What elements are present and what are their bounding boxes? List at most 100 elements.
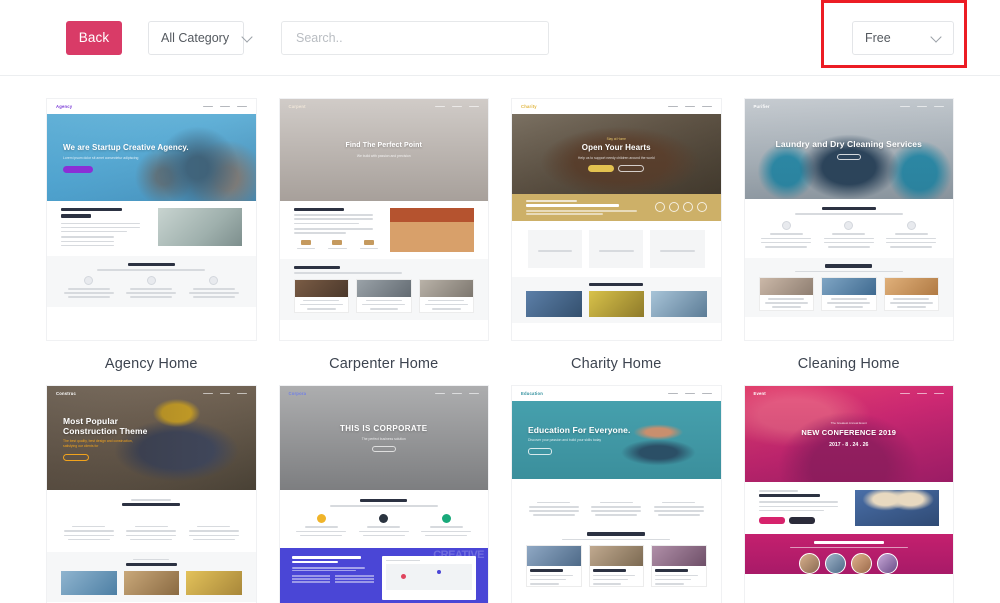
template-thumbnail-agency[interactable]: Agency We are Startup Creative Agency. L… [46, 98, 257, 341]
mini-nav-links [435, 393, 479, 395]
mini-logo: Education [521, 391, 543, 396]
thumb-section-conference [745, 482, 954, 534]
thumb-section-whatwedo [47, 490, 256, 552]
thumb-section-welcome [280, 201, 489, 259]
mini-nav-links [900, 393, 944, 395]
thumb-hero-sub: We build with passion and precision [340, 154, 428, 159]
template-thumbnail-charity[interactable]: Charity Stay at Home Open Your Hearts He… [511, 98, 722, 341]
thumb-hero-content: THIS IS CORPORATE The perfect business s… [324, 424, 444, 452]
mini-nav-links [203, 393, 247, 395]
template-card[interactable]: Purifier Laundry and Dry Cleaning Servic… [744, 98, 955, 372]
category-filter-dropdown[interactable]: All Category [148, 21, 244, 55]
thumb-section-why [745, 199, 954, 258]
mini-logo: Construc [56, 391, 76, 396]
thumb-band-creative: CREATIVE [280, 548, 489, 603]
thumb-hero: Corpora THIS IS CORPORATE The perfect bu… [280, 386, 489, 490]
template-thumbnail-cleaning[interactable]: Purifier Laundry and Dry Cleaning Servic… [744, 98, 955, 341]
thumb-section-about [512, 479, 721, 528]
template-card-label: Charity Home [571, 356, 661, 372]
mini-logo: Carpent [289, 104, 306, 109]
chevron-down-icon [932, 33, 941, 42]
template-card-label: Cleaning Home [798, 356, 900, 372]
thumb-hero-sub: Discover your passion and build your ski… [528, 438, 616, 443]
template-card[interactable]: Carpent Find The Perfect Point We build … [279, 98, 490, 372]
mini-nav-links [668, 106, 712, 108]
template-card[interactable]: Event The Greatest Annual Event NEW CONF… [744, 385, 955, 603]
mini-site-nav: Event [745, 386, 954, 401]
mini-site-nav: Carpent [280, 99, 489, 114]
thumb-hero-content: Stay at Home Open Your Hearts Help us to… [562, 137, 671, 172]
mini-site-nav: Corpora [280, 386, 489, 401]
back-button[interactable]: Back [66, 21, 122, 55]
thumb-section-whatwedo [47, 256, 256, 308]
mini-logo: Event [754, 391, 766, 396]
thumb-feature-box [650, 230, 704, 268]
template-thumbnail-education[interactable]: Education Education For Everyone. Discov… [511, 385, 722, 603]
price-filter-dropdown[interactable]: Free [852, 21, 954, 55]
thumb-section-courses [512, 528, 721, 587]
thumb-hero-content: Education For Everyone. Discover your pa… [512, 425, 721, 455]
thumb-section-benefits [47, 201, 256, 256]
thumb-hero: We are Startup Creative Agency. Lorem ip… [47, 114, 256, 201]
thumb-hero-title: THIS IS CORPORATE [340, 424, 428, 434]
thumb-hero-content: Find The Perfect Point We build with pas… [280, 141, 489, 159]
thumb-band-transform [512, 194, 721, 221]
template-card-label: Carpenter Home [329, 356, 438, 372]
mini-logo: Corpora [289, 391, 307, 396]
price-filter-value: Free [865, 31, 918, 45]
thumb-hero-date: 2017 - 8 . 24 . 26 [801, 442, 896, 448]
mini-nav-links [203, 106, 247, 108]
mini-nav-links [435, 106, 479, 108]
toolbar: Back All Category Free [0, 0, 1000, 76]
thumb-hero-content: We are Startup Creative Agency. Lorem ip… [47, 143, 256, 173]
template-grid-area: Agency We are Startup Creative Agency. L… [0, 76, 1000, 603]
thumb-hero-sub: The perfect business solution [340, 437, 428, 442]
mini-site-nav: Agency [47, 99, 256, 114]
mini-site-nav: Charity [512, 99, 721, 114]
template-card-label: Agency Home [105, 356, 198, 372]
thumb-section-campaigns [512, 277, 721, 323]
template-thumbnail-corporate[interactable]: Corpora THIS IS CORPORATE The perfect bu… [279, 385, 490, 603]
template-thumbnail-event[interactable]: Event The Greatest Annual Event NEW CONF… [744, 385, 955, 603]
mini-nav-links [900, 106, 944, 108]
thumb-hero-title: Most Popular Construction Theme [63, 416, 173, 436]
thumb-hero-title: Find The Perfect Point [296, 141, 473, 151]
mini-logo: Agency [56, 104, 72, 109]
template-card[interactable]: Corpora THIS IS CORPORATE The perfect bu… [279, 385, 490, 603]
mini-site-nav: Construc [47, 386, 256, 401]
mini-site-nav: Purifier [745, 99, 954, 114]
mini-logo: Purifier [754, 104, 770, 109]
thumb-hero-sub: The best quality, best design and constr… [63, 439, 135, 449]
thumb-hero: Event The Greatest Annual Event NEW CONF… [745, 386, 954, 482]
thumb-section-services [745, 258, 954, 317]
thumb-hero: Construc Most Popular Construction Theme… [47, 386, 256, 490]
thumb-section-cards [512, 221, 721, 277]
price-filter-zone: Free [852, 21, 954, 55]
template-thumbnail-carpenter[interactable]: Carpent Find The Perfect Point We build … [279, 98, 490, 341]
thumb-section-projects [47, 552, 256, 602]
search-field-wrapper [281, 21, 549, 55]
template-thumbnail-construction[interactable]: Construc Most Popular Construction Theme… [46, 385, 257, 603]
thumb-section-whatwedo [280, 259, 489, 320]
thumb-hero-content: Most Popular Construction Theme The best… [47, 416, 256, 461]
thumb-feature-box [589, 230, 643, 268]
mini-site-nav: Education [512, 386, 721, 401]
thumb-hero-title: Education For Everyone. [528, 425, 705, 435]
template-card[interactable]: Agency We are Startup Creative Agency. L… [46, 98, 257, 372]
template-card[interactable]: Charity Stay at Home Open Your Hearts He… [511, 98, 722, 372]
template-card[interactable]: Construc Most Popular Construction Theme… [46, 385, 257, 603]
thumb-hero: Carpent Find The Perfect Point We build … [280, 99, 489, 201]
thumb-section-whatwedo [280, 490, 489, 548]
search-input[interactable] [281, 21, 549, 55]
thumb-hero-title: Open Your Hearts [578, 143, 655, 153]
thumb-hero-kicker: The Greatest Annual Event [801, 421, 896, 425]
thumb-hero-content: The Greatest Annual Event NEW CONFERENCE… [785, 421, 912, 448]
thumb-hero-kicker: Stay at Home [578, 137, 655, 141]
thumb-hero-button [63, 166, 93, 173]
thumb-hero: Purifier Laundry and Dry Cleaning Servic… [745, 99, 954, 199]
thumb-hero-title: Laundry and Dry Cleaning Services [776, 139, 922, 149]
thumb-hero: Education For Everyone. Discover your pa… [512, 401, 721, 479]
template-card[interactable]: Education Education For Everyone. Discov… [511, 385, 722, 603]
category-filter-value: All Category [161, 31, 229, 45]
thumb-hero-sub: Lorem ipsum dolor sit amet consectetur a… [63, 156, 151, 161]
